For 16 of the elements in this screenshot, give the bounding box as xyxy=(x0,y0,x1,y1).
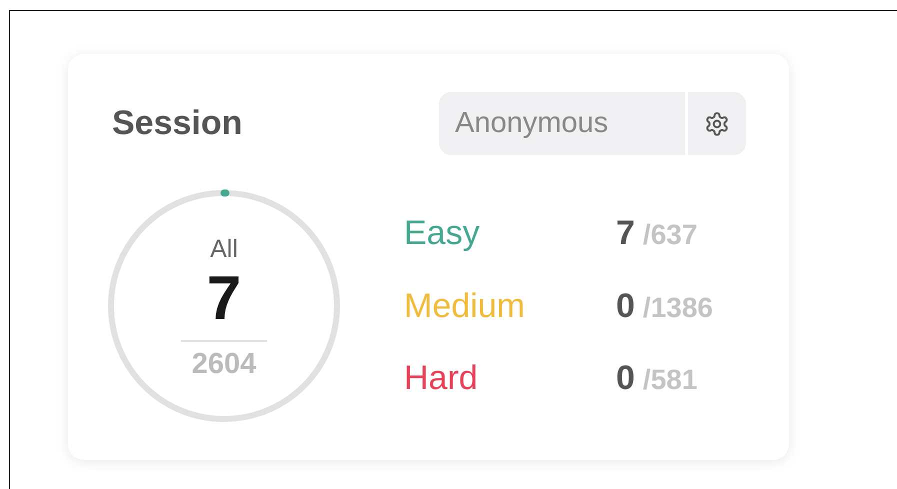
settings-icon xyxy=(704,110,730,136)
difficulty-label: Easy xyxy=(404,212,480,254)
difficulty-label: Medium xyxy=(404,286,525,327)
user-field[interactable]: Anonymous xyxy=(439,92,685,155)
solved-count: 0 xyxy=(616,359,635,398)
solved-count: 7 xyxy=(206,268,242,330)
solved-count: 0 xyxy=(616,286,635,326)
total-count: /581 xyxy=(642,364,698,396)
difficulty-label: Hard xyxy=(404,358,478,400)
solved-count: 7 xyxy=(616,214,635,253)
total-count: /1386 xyxy=(642,292,713,324)
settings-button[interactable] xyxy=(688,92,746,155)
card-title: Session xyxy=(112,104,242,143)
total-count: /637 xyxy=(642,218,698,251)
total-count: 2604 xyxy=(192,348,256,381)
total-label: All xyxy=(210,235,238,264)
